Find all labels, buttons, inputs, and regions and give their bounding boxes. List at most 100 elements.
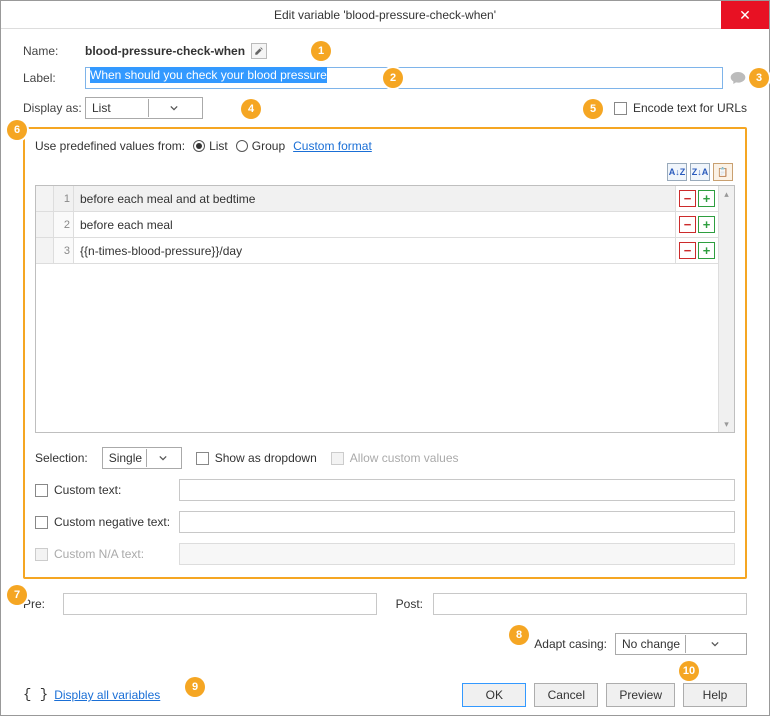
name-label: Name: [23,44,85,58]
bottom-row: { } Display all variables OK Cancel Prev… [23,683,747,707]
grid-scrollbar[interactable]: ▴ ▾ [718,186,734,432]
comment-button[interactable] [729,69,747,87]
custom-text-input[interactable] [179,479,735,501]
display-row: Display as: List Encode text for URLs [23,97,747,119]
display-label: Display as: [23,101,85,115]
radio-group[interactable]: Group [236,139,285,153]
chevron-down-icon [148,99,201,117]
checkbox-icon [614,102,627,115]
radio-group-label: Group [252,139,285,153]
adapt-casing-value: No change [622,637,681,651]
sort-desc-icon: Z↓A [692,167,709,177]
close-icon: ✕ [739,7,751,24]
table-row[interactable]: 3{{n-times-blood-pressure}}/day−+ [36,238,718,264]
custom-na-row: Custom N/A text: [35,543,735,565]
pre-label: Pre: [23,597,53,611]
custom-text-label: Custom text: [54,483,121,497]
row-value[interactable]: {{n-times-blood-pressure}}/day [74,238,676,263]
radio-list[interactable]: List [193,139,228,153]
row-handle[interactable] [36,186,54,211]
encode-urls-check[interactable]: Encode text for URLs [614,101,747,115]
custom-negative-input[interactable] [179,511,735,533]
checkbox-icon[interactable] [35,484,48,497]
dialog-content: Name: blood-pressure-check-when Label: W… [1,29,769,719]
add-row-button[interactable]: + [698,242,715,259]
custom-negative-row: Custom negative text: [35,511,735,533]
row-actions: −+ [676,186,718,211]
row-handle[interactable] [36,238,54,263]
checkbox-icon [196,452,209,465]
row-actions: −+ [676,212,718,237]
braces-icon: { } [23,687,48,703]
allow-custom-label: Allow custom values [350,451,459,465]
grid-toolbar: A↓Z Z↓A 📋 [667,157,735,183]
remove-row-button[interactable]: − [679,242,696,259]
sort-asc-icon: A↓Z [669,167,686,177]
dialog-window: 1 2 3 4 5 6 7 8 9 10 Edit variable 'bloo… [0,0,770,716]
remove-row-button[interactable]: − [679,190,696,207]
checkbox-icon [331,452,344,465]
chevron-down-icon [685,635,745,653]
custom-negative-label: Custom negative text: [54,515,170,529]
radio-list-label: List [209,139,228,153]
label-input[interactable]: When should you check your blood pressur… [85,67,723,89]
remove-row-button[interactable]: − [679,216,696,233]
grid-body: 1before each meal and at bedtime−+2befor… [36,186,718,432]
add-row-button[interactable]: + [698,216,715,233]
name-row: Name: blood-pressure-check-when [23,43,747,59]
encode-urls-label: Encode text for URLs [633,101,747,115]
edit-name-button[interactable] [251,43,267,59]
display-all-variables-link[interactable]: Display all variables [54,688,160,702]
row-value[interactable]: before each meal [74,212,676,237]
predef-heading: Use predefined values from: [35,139,185,153]
selection-row: Selection: Single Show as dropdown Allow… [35,447,735,469]
pencil-icon [254,46,264,56]
display-as-value: List [92,101,144,115]
sort-desc-button[interactable]: Z↓A [690,163,710,181]
label-label: Label: [23,71,85,85]
show-dropdown-label: Show as dropdown [215,451,317,465]
help-button[interactable]: Help [683,683,747,707]
radio-icon [193,140,205,152]
checkbox-icon [35,548,48,561]
checkbox-icon[interactable] [35,516,48,529]
ok-button[interactable]: OK [462,683,526,707]
row-value[interactable]: before each meal and at bedtime [74,186,676,211]
row-number: 3 [54,238,74,263]
adapt-casing-label: Adapt casing: [534,637,607,651]
show-dropdown-check[interactable]: Show as dropdown [196,451,317,465]
speech-bubble-icon [730,71,746,85]
cancel-button[interactable]: Cancel [534,683,598,707]
table-row[interactable]: 1before each meal and at bedtime−+ [36,186,718,212]
sort-asc-button[interactable]: A↓Z [667,163,687,181]
scroll-up-icon: ▴ [719,186,734,202]
predef-source-row: Use predefined values from: List Group C… [35,139,735,153]
adapt-casing-row: Adapt casing: No change [23,633,747,655]
label-row: Label: When should you check your blood … [23,67,747,89]
pre-input[interactable] [63,593,377,615]
custom-na-label: Custom N/A text: [54,547,144,561]
radio-icon [236,140,248,152]
display-as-select[interactable]: List [85,97,203,119]
custom-format-link[interactable]: Custom format [293,139,372,153]
close-button[interactable]: ✕ [721,1,769,29]
adapt-casing-select[interactable]: No change [615,633,747,655]
post-input[interactable] [433,593,747,615]
row-handle[interactable] [36,212,54,237]
clipboard-icon: 📋 [717,167,728,178]
post-label: Post: [387,597,423,611]
selection-select[interactable]: Single [102,447,182,469]
predefined-values-group: Use predefined values from: List Group C… [23,127,747,579]
add-row-button[interactable]: + [698,190,715,207]
scroll-down-icon: ▾ [719,416,734,432]
paste-button[interactable]: 📋 [713,163,733,181]
values-grid: 1before each meal and at bedtime−+2befor… [35,185,735,433]
row-number: 1 [54,186,74,211]
pre-post-row: Pre: Post: [23,593,747,615]
table-row[interactable]: 2before each meal−+ [36,212,718,238]
name-value: blood-pressure-check-when [85,44,245,58]
custom-text-row: Custom text: [35,479,735,501]
dialog-title: Edit variable 'blood-pressure-check-when… [274,8,496,22]
label-input-value: When should you check your blood pressur… [90,67,327,83]
preview-button[interactable]: Preview [606,683,675,707]
